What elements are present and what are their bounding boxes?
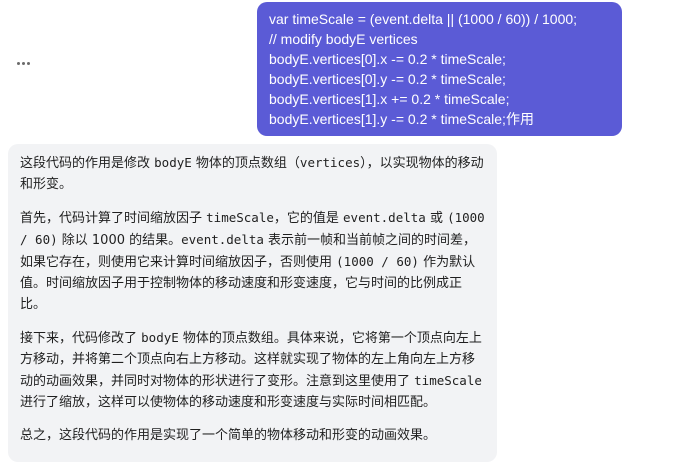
inline-code: timeScale — [206, 210, 274, 225]
inline-code: vertices — [299, 155, 361, 170]
more-dot — [27, 61, 30, 65]
inline-code: bodyE — [141, 330, 179, 345]
text: 这段代码的作用是修改 — [20, 156, 155, 171]
text: 总之，这段代码的作用是实现了一个简单的物体移动和形变的动画效果。 — [20, 428, 437, 443]
inline-code: bodyE — [154, 155, 192, 170]
assistant-paragraph-1: 这段代码的作用是修改 bodyE 物体的顶点数组（vertices），以实现物体… — [20, 152, 487, 195]
assistant-message-bubble: 这段代码的作用是修改 bodyE 物体的顶点数组（vertices），以实现物体… — [8, 144, 497, 462]
user-message-line: var timeScale = (event.delta || (1000 / … — [269, 11, 578, 27]
user-message-line: bodyE.vertices[1].x += 0.2 * timeScale; — [269, 91, 510, 107]
text: 进行了缩放，这样可以使物体的移动速度和形变速度与实际时间相匹配。 — [20, 395, 437, 410]
more-options-icon[interactable] — [17, 60, 35, 66]
chat-view: var timeScale = (event.delta || (1000 / … — [0, 0, 674, 471]
text: 除以 1000 的结果。 — [57, 233, 182, 248]
text: 接下来，代码修改了 — [20, 331, 142, 346]
text: 物体的顶点数组（ — [191, 156, 300, 171]
user-message-line: bodyE.vertices[0].x -= 0.2 * timeScale; — [269, 51, 506, 67]
user-message-line: bodyE.vertices[0].y -= 0.2 * timeScale; — [269, 71, 506, 87]
assistant-paragraph-4: 总之，这段代码的作用是实现了一个简单的物体移动和形变的动画效果。 — [20, 425, 487, 446]
text: 或 — [425, 211, 448, 226]
text: ，它的值是 — [273, 211, 344, 226]
inline-code: (1000 / 60) — [336, 254, 419, 269]
more-dot — [22, 61, 25, 65]
user-message-line: bodyE.vertices[1].y -= 0.2 * timeScale;作… — [269, 111, 534, 127]
user-message-bubble: var timeScale = (event.delta || (1000 / … — [257, 2, 622, 136]
user-message-line: // modify bodyE vertices — [269, 31, 418, 47]
inline-code: event.delta — [181, 232, 264, 247]
inline-code: event.delta — [343, 210, 426, 225]
more-dot — [17, 61, 20, 65]
assistant-paragraph-3: 接下来，代码修改了 bodyE 物体的顶点数组。具体来说，它将第一个顶点向左上方… — [20, 327, 487, 413]
inline-code: timeScale — [414, 373, 482, 388]
assistant-paragraph-2: 首先，代码计算了时间缩放因子 timeScale，它的值是 event.delt… — [20, 207, 487, 315]
text: 首先，代码计算了时间缩放因子 — [20, 211, 207, 226]
